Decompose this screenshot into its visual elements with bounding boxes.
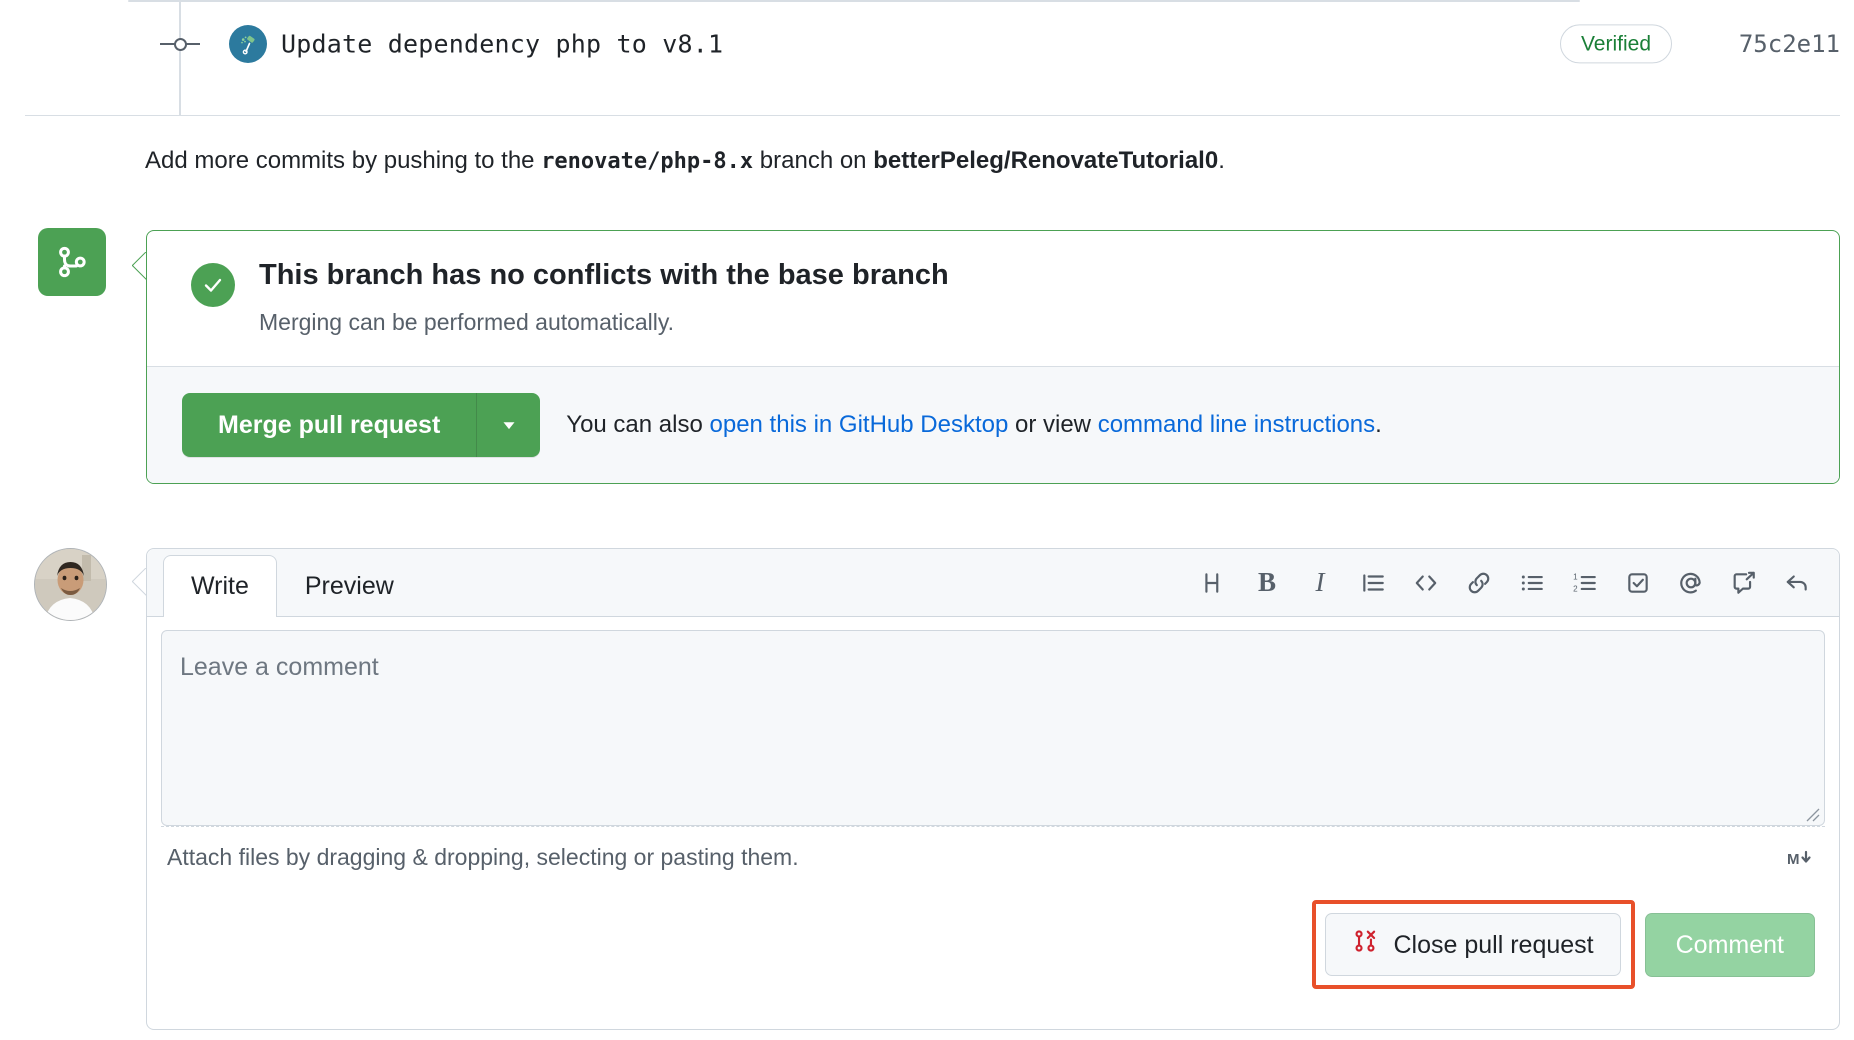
merge-status-subtitle: Merging can be performed automatically. [259,308,675,335]
comment-editor-area: Leave a comment [147,617,1839,826]
commit-row[interactable]: Update dependency php to v8.1 Verified 7… [0,16,1854,72]
markdown-icon[interactable]: M [1787,847,1817,869]
svg-text:2: 2 [1573,584,1578,593]
github-desktop-link[interactable]: open this in GitHub Desktop [710,411,1009,438]
pull-request-closed-icon [1352,928,1378,961]
check-icon [191,263,235,307]
quote-icon[interactable] [1353,563,1393,603]
commit-sha[interactable]: 75c2e11 [1739,30,1840,58]
close-pull-request-label: Close pull request [1393,930,1594,959]
commits-section: Update dependency php to v8.1 Verified 7… [0,0,1854,116]
tab-write[interactable]: Write [163,555,277,617]
merge-status-box: This branch has no conflicts with the ba… [146,230,1840,484]
tab-preview[interactable]: Preview [277,555,422,616]
merge-actions-footer: Merge pull request You can also open thi… [147,365,1839,483]
pull-request-merge-page: Update dependency php to v8.1 Verified 7… [0,0,1854,1040]
italic-icon[interactable]: I [1300,563,1340,603]
merge-alt-middle: or view [1008,410,1098,438]
code-icon[interactable] [1406,563,1446,603]
merge-alternatives-text: You can also open this in GitHub Desktop… [566,411,1382,439]
resize-handle[interactable] [1802,804,1820,822]
unordered-list-icon[interactable] [1512,563,1552,603]
comment-form: Write Preview B I 1 2 Leave a comment At… [146,548,1840,1030]
merge-status-header: This branch has no conflicts with the ba… [147,231,1839,366]
mention-icon[interactable] [1671,563,1711,603]
push-hint: Add more commits by pushing to the renov… [145,143,1225,179]
push-hint-middle: branch on [753,147,874,174]
merge-alt-prefix: You can also [566,410,710,438]
comment-actions-row: Close pull request Comment [147,888,1839,1005]
attach-files-row: Attach files by dragging & dropping, sel… [161,826,1825,888]
close-pull-request-button[interactable]: Close pull request [1324,913,1621,976]
task-list-icon[interactable] [1618,563,1658,603]
attach-files-text: Attach files by dragging & dropping, sel… [167,844,799,870]
commit-node-icon [160,35,200,53]
svg-text:M: M [1787,851,1800,868]
merge-status-title: This branch has no conflicts with the ba… [259,259,949,291]
svg-text:1: 1 [1573,572,1578,581]
push-hint-prefix: Add more commits by pushing to the [145,147,542,174]
merge-alt-suffix: . [1375,410,1382,438]
ordered-list-icon[interactable]: 1 2 [1565,563,1605,603]
branch-name: renovate/php-8.x [541,149,754,174]
renovate-bot-avatar[interactable] [229,25,267,63]
git-merge-icon [38,228,106,296]
comment-input[interactable]: Leave a comment [161,630,1825,826]
merge-dropdown-button[interactable] [476,392,541,457]
repo-name: betterPeleg/RenovateTutorial0 [873,147,1219,174]
comment-placeholder: Leave a comment [180,653,379,681]
merge-pull-request-button[interactable]: Merge pull request [182,392,477,457]
bold-icon[interactable]: B [1247,563,1287,603]
comment-tabbar: Write Preview B I 1 2 [147,549,1839,617]
heading-icon[interactable] [1194,563,1234,603]
close-pr-highlight: Close pull request [1311,900,1635,989]
command-line-instructions-link[interactable]: command line instructions [1098,411,1375,438]
merge-button-group: Merge pull request [182,392,541,457]
reply-icon[interactable] [1777,563,1817,603]
commit-message[interactable]: Update dependency php to v8.1 [281,30,723,59]
saved-reply-icon[interactable] [1724,563,1764,603]
push-hint-suffix: . [1218,147,1225,174]
commit-divider [25,115,1840,116]
comment-submit-button[interactable]: Comment [1644,912,1815,977]
avatar[interactable] [34,548,107,621]
verified-badge[interactable]: Verified [1559,24,1672,64]
link-icon[interactable] [1459,563,1499,603]
markdown-toolbar: B I 1 2 [1194,563,1817,603]
